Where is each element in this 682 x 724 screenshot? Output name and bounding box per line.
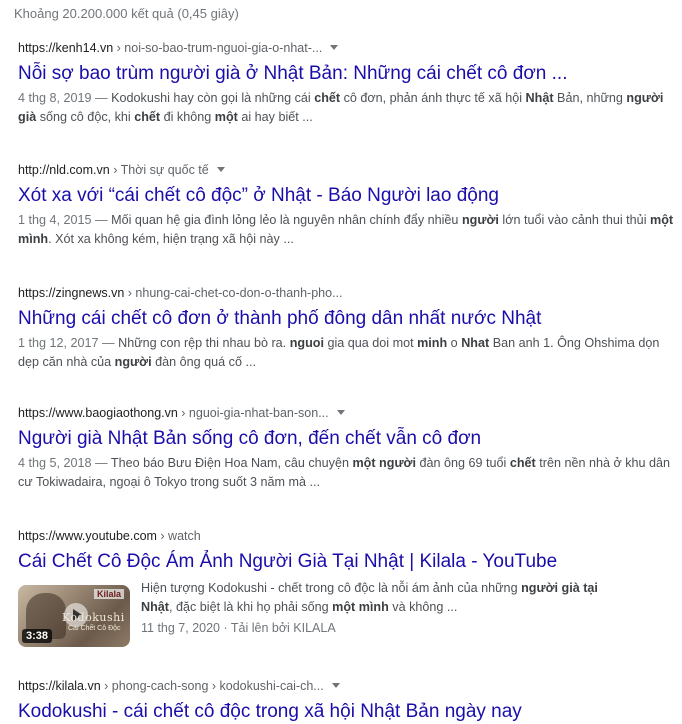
thumbnail-caption: Kodokushi xyxy=(62,611,125,624)
result-domain: https://zingnews.vn xyxy=(18,286,125,300)
snippet-highlight: Nhat xyxy=(461,336,490,350)
snippet-text: đàn ông quá cố ... xyxy=(151,355,256,369)
result-date: 4 thg 8, 2019 — xyxy=(18,91,112,105)
result-title[interactable]: Xót xa với “cái chết cô độc” ở Nhật - Bá… xyxy=(18,184,678,208)
snippet-highlight: một mình xyxy=(332,600,389,614)
snippet-text: , đặc biệt là khi họ phải sống xyxy=(169,600,333,614)
snippet-highlight: một người xyxy=(352,456,417,470)
result-cite[interactable]: https://kenh14.vn › noi-so-bao-trum-nguo… xyxy=(18,40,678,56)
search-result: https://www.baogiaothong.vn › nguoi-gia-… xyxy=(18,405,678,492)
result-cite[interactable]: https://www.youtube.com › watch xyxy=(18,528,678,544)
result-path: › noi-so-bao-trum-nguoi-gia-o-nhat-... xyxy=(113,41,323,55)
video-block: Kilala Kodokushi Cái Chết Cô Độc 3:38 Hi… xyxy=(18,579,678,649)
snippet-text: đàn ông 69 tuổi xyxy=(416,456,510,470)
snippet-highlight: người xyxy=(461,213,499,227)
snippet-text: lớn tuổi vào cảnh thui thủi xyxy=(498,213,650,227)
search-result-video: https://www.youtube.com › watch Cái Chết… xyxy=(18,528,678,649)
snippet-text: ai hay biết ... xyxy=(237,110,313,124)
snippet-highlight: một xyxy=(214,110,238,124)
result-path: › nhung-cai-chet-co-don-o-thanh-pho... xyxy=(124,286,343,300)
result-title[interactable]: Những cái chết cô đơn ở thành phố đông d… xyxy=(18,307,678,331)
result-domain: https://kenh14.vn xyxy=(18,41,114,55)
result-date: 4 thg 5, 2018 — xyxy=(18,456,111,470)
snippet-highlight: Nhật xyxy=(525,91,554,105)
result-domain: http://nld.com.vn xyxy=(18,163,110,177)
snippet-highlight: người xyxy=(114,355,152,369)
snippet-text: . Xót xa không kém, hiện trạng xã hội nà… xyxy=(48,232,294,246)
snippet-text: o xyxy=(447,336,462,350)
result-snippet: Hiện tượng Kodokushi - chết trong cô độc… xyxy=(141,579,601,617)
video-duration: 3:38 xyxy=(22,629,53,643)
snippet-highlight: nguoi xyxy=(289,336,324,350)
thumbnail-logo: Kilala xyxy=(93,589,124,599)
result-snippet: 1 thg 12, 2017 — Những con rệp thi nhau … xyxy=(18,334,678,372)
snippet-highlight: chết xyxy=(314,91,341,105)
snippet-highlight: chết xyxy=(134,110,161,124)
snippet-text: Kodokushi hay còn gọi là những cái xyxy=(111,91,315,105)
video-thumbnail[interactable]: Kilala Kodokushi Cái Chết Cô Độc 3:38 xyxy=(18,585,130,647)
search-result: http://nld.com.vn › Thời sự quốc tế Xót … xyxy=(18,162,678,249)
result-domain: https://www.youtube.com xyxy=(18,529,157,543)
search-result: https://zingnews.vn › nhung-cai-chet-co-… xyxy=(18,285,678,372)
result-path: › nguoi-gia-nhat-ban-son... xyxy=(177,406,329,420)
result-path: › phong-cach-song › kodokushi-cai-ch... xyxy=(100,679,324,693)
search-result: https://kilala.vn › phong-cach-song › ko… xyxy=(18,678,678,724)
result-snippet: 1 thg 4, 2015 — Mối quan hệ gia đình lỏn… xyxy=(18,211,678,249)
snippet-text: Hiện tượng Kodokushi - chết trong cô độc… xyxy=(141,581,522,595)
snippet-text: Mối quan hệ gia đình lỏng lẻo là nguyên … xyxy=(111,213,462,227)
search-results-page: Khoảng 20.200.000 kết quả (0,45 giây) ht… xyxy=(0,0,682,722)
chevron-down-icon[interactable] xyxy=(330,45,339,50)
result-cite[interactable]: http://nld.com.vn › Thời sự quốc tế xyxy=(18,162,678,178)
result-snippet: 4 thg 8, 2019 — Kodokushi hay còn gọi là… xyxy=(18,89,678,127)
search-result: https://kenh14.vn › noi-so-bao-trum-nguo… xyxy=(18,40,678,127)
result-cite[interactable]: https://kilala.vn › phong-cach-song › ko… xyxy=(18,678,678,694)
video-text: Hiện tượng Kodokushi - chết trong cô độc… xyxy=(141,579,601,635)
result-date: 1 thg 12, 2017 — xyxy=(18,336,119,350)
result-domain: https://kilala.vn xyxy=(18,679,101,693)
result-path: › Thời sự quốc tế xyxy=(109,163,209,177)
snippet-text: gia qua doi mot xyxy=(323,336,418,350)
result-domain: https://www.baogiaothong.vn xyxy=(18,406,178,420)
snippet-highlight: chết xyxy=(509,456,536,470)
video-meta: 11 thg 7, 2020 · Tải lên bởi KILALA xyxy=(141,621,336,635)
thumbnail-subcaption: Cái Chết Cô Độc xyxy=(68,625,121,632)
snippet-text: Bản, những xyxy=(553,91,627,105)
result-stats: Khoảng 20.200.000 kết quả (0,45 giây) xyxy=(14,6,239,21)
result-path: › watch xyxy=(156,529,201,543)
snippet-text: cô đơn, phản ánh thực tế xã hội xyxy=(340,91,526,105)
result-date: 1 thg 4, 2015 — xyxy=(18,213,112,227)
result-cite[interactable]: https://zingnews.vn › nhung-cai-chet-co-… xyxy=(18,285,678,301)
result-title[interactable]: Nỗi sợ bao trùm người già ở Nhật Bản: Nh… xyxy=(18,62,678,86)
result-title[interactable]: Cái Chết Cô Độc Ám Ảnh Người Già Tại Nhậ… xyxy=(18,550,678,574)
snippet-text: sống cô độc, khi xyxy=(36,110,135,124)
result-title[interactable]: Kodokushi - cái chết cô độc trong xã hội… xyxy=(18,700,678,724)
chevron-down-icon[interactable] xyxy=(336,410,345,415)
chevron-down-icon[interactable] xyxy=(331,683,340,688)
result-title[interactable]: Người già Nhật Bản sống cô đơn, đến chết… xyxy=(18,427,678,451)
result-cite[interactable]: https://www.baogiaothong.vn › nguoi-gia-… xyxy=(18,405,678,421)
snippet-text: Theo báo Bưu Điện Hoa Nam, câu chuyện xyxy=(110,456,353,470)
snippet-text: đi không xyxy=(160,110,215,124)
chevron-down-icon[interactable] xyxy=(216,167,225,172)
result-snippet: 4 thg 5, 2018 — Theo báo Bưu Điện Hoa Na… xyxy=(18,454,678,492)
snippet-highlight: minh xyxy=(417,336,448,350)
snippet-text: Những con rệp thi nhau bò ra. xyxy=(118,336,290,350)
snippet-text: và không ... xyxy=(388,600,458,614)
